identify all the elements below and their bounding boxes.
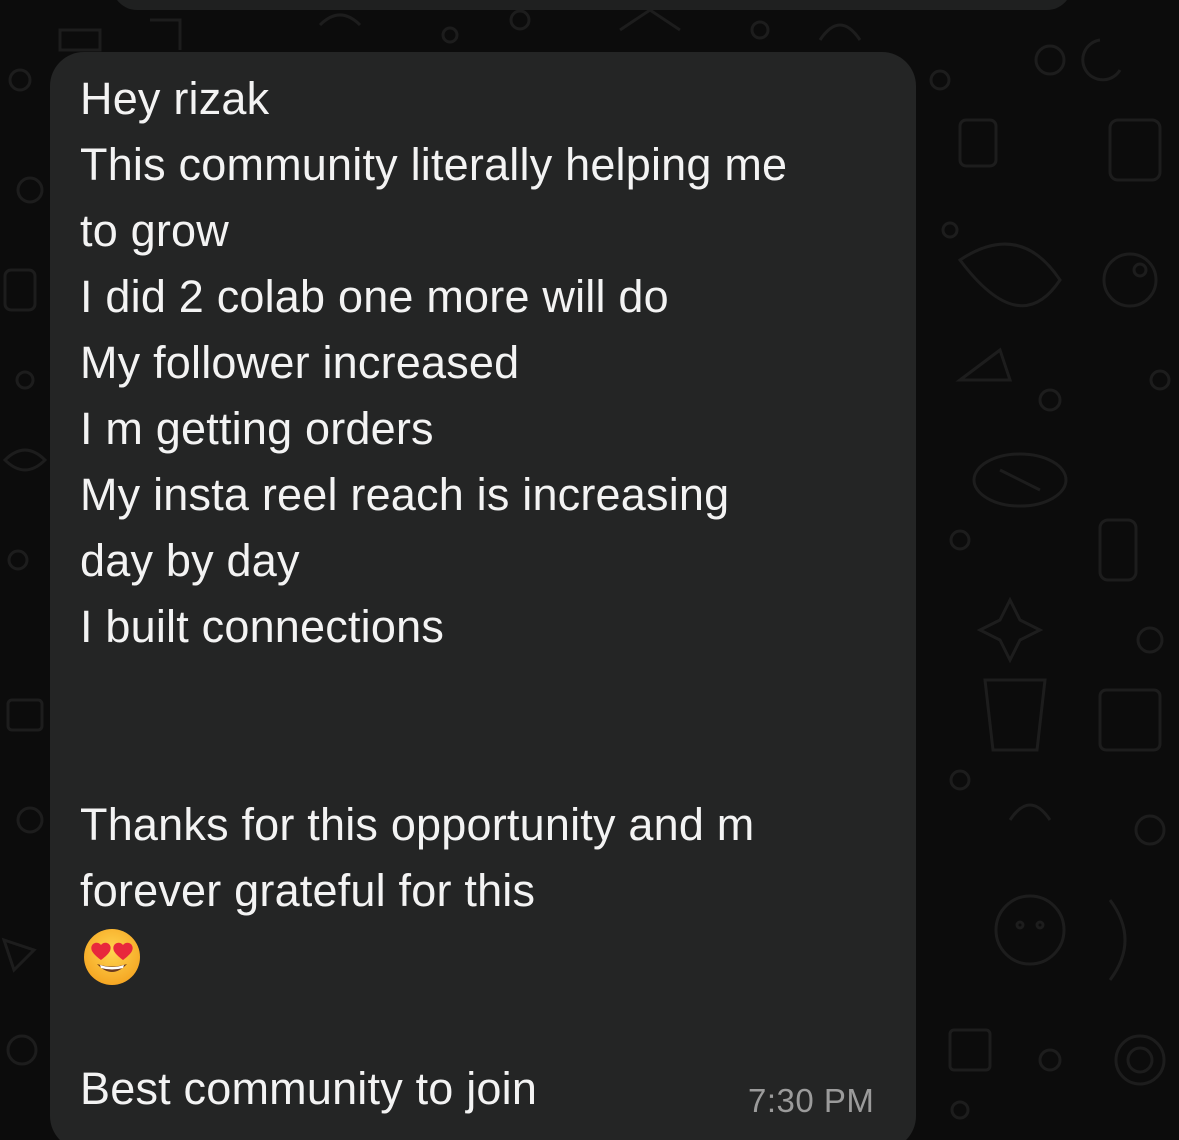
message-line: This community literally helping me bbox=[80, 139, 788, 190]
message-line: Thanks for this opportunity and m bbox=[80, 799, 755, 850]
message-line: day by day bbox=[80, 535, 300, 586]
heart-eyes-emoji-icon bbox=[84, 929, 140, 985]
message-line: I m getting orders bbox=[80, 403, 434, 454]
message-bubble[interactable]: Hey rizak This community literally helpi… bbox=[50, 52, 916, 1140]
message-line: Hey rizak bbox=[80, 73, 270, 124]
message-text: Hey rizak This community literally helpi… bbox=[80, 66, 900, 1122]
message-line: I built connections bbox=[80, 601, 445, 652]
previous-message-bubble bbox=[112, 0, 1072, 10]
message-timestamp: 7:30 PM bbox=[748, 1082, 875, 1119]
message-line: My follower increased bbox=[80, 337, 520, 388]
message-line: to grow bbox=[80, 205, 229, 256]
emoji-line bbox=[80, 924, 900, 990]
message-line: forever grateful for this bbox=[80, 865, 536, 916]
message-line: My insta reel reach is increasing bbox=[80, 469, 730, 520]
message-line: I did 2 colab one more will do bbox=[80, 271, 669, 322]
